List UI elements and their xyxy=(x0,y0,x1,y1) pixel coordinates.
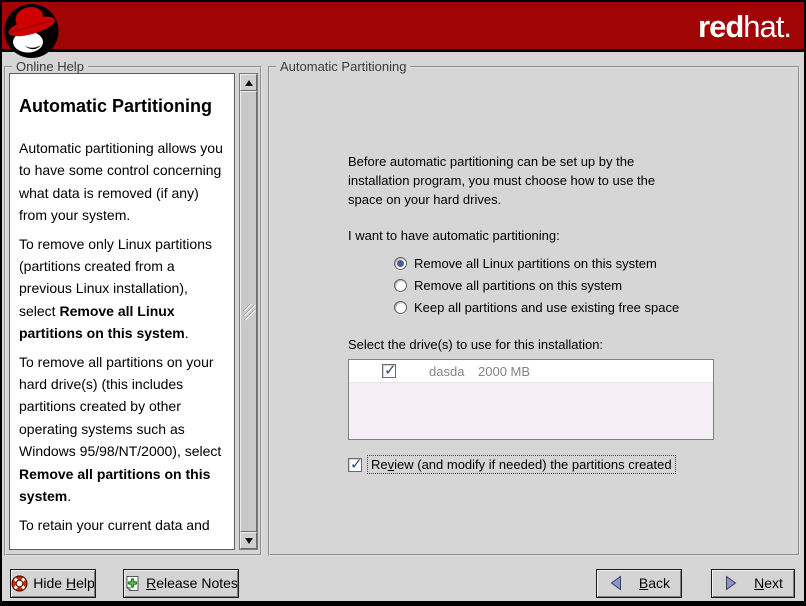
next-button[interactable]: Next xyxy=(711,569,795,598)
release-notes-label: Release Notes xyxy=(146,575,238,591)
drive-name: dasda xyxy=(429,364,478,379)
review-option: Review (and modify if needed) the partit… xyxy=(348,455,798,474)
drive-size: 2000 MB xyxy=(478,364,530,379)
back-label: Back xyxy=(639,575,670,591)
drive-row-dasda[interactable]: dasda 2000 MB xyxy=(349,360,713,383)
drives-select-label: Select the drive(s) to use for this inst… xyxy=(348,337,798,352)
redhat-wordmark: redhat. xyxy=(698,9,791,45)
question-text: I want to have automatic partitioning: xyxy=(348,228,798,243)
online-help-frame: Online Help Automatic Partitioning Autom… xyxy=(4,66,262,556)
wordmark-hat: hat. xyxy=(743,9,791,44)
automatic-partitioning-frame: Automatic Partitioning Before automatic … xyxy=(268,66,800,556)
scroll-down-button[interactable] xyxy=(240,532,257,549)
back-arrow-icon xyxy=(608,575,624,591)
redhat-shadowman-logo xyxy=(3,2,61,60)
help-paragraph: Automatic partitioning allows you to hav… xyxy=(19,137,226,227)
lifebuoy-help-icon xyxy=(11,575,28,592)
content-area: Online Help Automatic Partitioning Autom… xyxy=(2,52,804,557)
radio-button-icon[interactable] xyxy=(394,279,407,292)
scroll-up-button[interactable] xyxy=(240,74,257,91)
help-paragraph: To remove all partitions on your hard dr… xyxy=(19,351,226,508)
back-button[interactable]: Back xyxy=(596,569,682,598)
drive-checkbox[interactable] xyxy=(382,364,396,378)
header-banner: redhat. xyxy=(2,2,804,52)
radio-label: Remove all Linux partitions on this syst… xyxy=(414,256,657,271)
online-help-frame-label: Online Help xyxy=(12,59,88,74)
help-scrollbar[interactable] xyxy=(239,73,258,550)
review-checkbox-label[interactable]: Review (and modify if needed) the partit… xyxy=(367,455,676,474)
help-paragraph: To remove only Linux partitions (partiti… xyxy=(19,233,226,345)
radio-button-icon[interactable] xyxy=(394,301,407,314)
review-checkbox[interactable] xyxy=(348,458,362,472)
radio-keep-all-partitions[interactable]: Keep all partitions and use existing fre… xyxy=(394,300,798,315)
hide-help-button[interactable]: Hide Help xyxy=(10,569,96,598)
arrow-down-icon xyxy=(245,538,253,544)
next-arrow-icon xyxy=(723,575,739,591)
partitioning-radio-group: Remove all Linux partitions on this syst… xyxy=(394,256,798,315)
wordmark-red: red xyxy=(698,9,743,44)
main-content: Before automatic partitioning can be set… xyxy=(270,68,798,474)
radio-label: Remove all partitions on this system xyxy=(414,278,622,293)
next-label: Next xyxy=(754,575,783,591)
radio-button-icon[interactable] xyxy=(394,257,407,270)
help-paragraph-truncated: To retain your current data and xyxy=(19,514,226,536)
help-heading: Automatic Partitioning xyxy=(19,96,226,117)
drive-list[interactable]: dasda 2000 MB xyxy=(348,359,714,440)
help-text-view: Automatic Partitioning Automatic partiti… xyxy=(9,73,235,550)
radio-label: Keep all partitions and use existing fre… xyxy=(414,300,679,315)
installer-window: redhat. Online Help Automatic Partitioni… xyxy=(0,0,806,606)
release-notes-icon xyxy=(124,575,141,592)
arrow-up-icon xyxy=(245,80,253,86)
help-text: Automatic Partitioning Automatic partiti… xyxy=(10,74,234,536)
release-notes-button[interactable]: Release Notes xyxy=(123,569,239,598)
footer-bar: Hide Help Release Notes Back xyxy=(2,560,804,601)
intro-text: Before automatic partitioning can be set… xyxy=(348,152,660,209)
scroll-thumb[interactable] xyxy=(240,91,257,532)
radio-remove-linux-partitions[interactable]: Remove all Linux partitions on this syst… xyxy=(394,256,798,271)
scrollbar-grip-icon xyxy=(242,303,255,321)
radio-remove-all-partitions[interactable]: Remove all partitions on this system xyxy=(394,278,798,293)
hide-help-label: Hide Help xyxy=(33,575,95,591)
main-frame-label: Automatic Partitioning xyxy=(276,59,410,74)
